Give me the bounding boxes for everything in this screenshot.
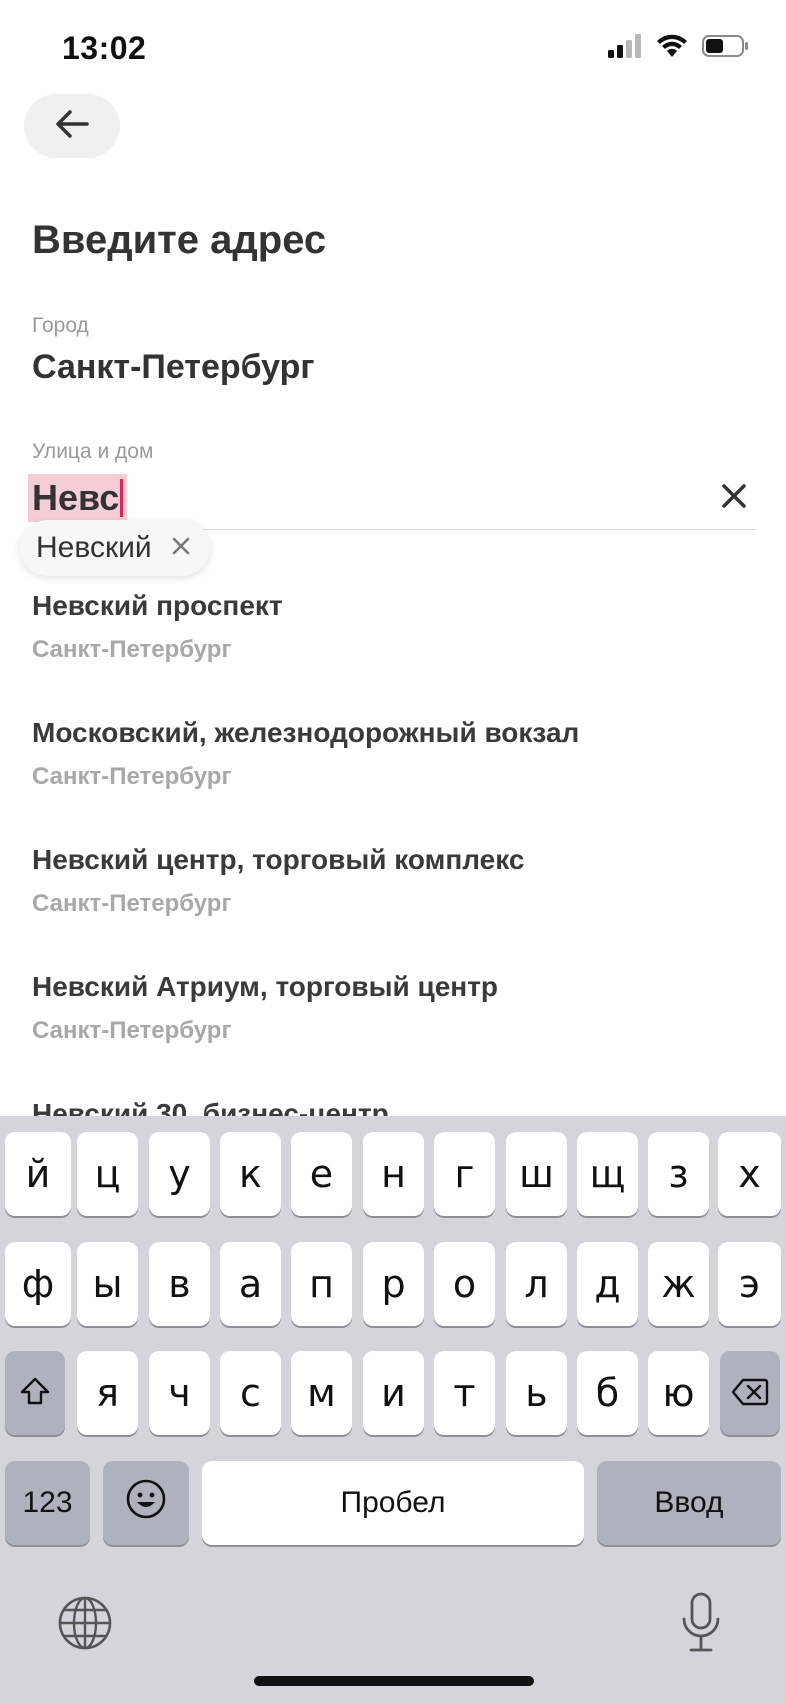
suggestion-title: Московский, железнодорожный вокзал: [32, 717, 580, 748]
space-key-label: Пробел: [340, 1486, 446, 1519]
close-icon: [721, 483, 747, 514]
key[interactable]: у: [149, 1132, 210, 1216]
key[interactable]: ь: [506, 1351, 567, 1435]
key[interactable]: т: [434, 1351, 495, 1435]
key[interactable]: г: [434, 1132, 495, 1216]
suggestion-subtitle: Санкт-Петербург: [32, 763, 232, 790]
suggestion-chip[interactable]: Невский: [20, 520, 210, 576]
key[interactable]: й: [5, 1132, 71, 1216]
key[interactable]: д: [577, 1242, 638, 1326]
key[interactable]: с: [220, 1351, 281, 1435]
microphone-icon: [679, 1592, 723, 1659]
cellular-signal-icon: [608, 34, 642, 63]
shift-icon: [19, 1371, 51, 1415]
key[interactable]: к: [220, 1132, 281, 1216]
emoji-icon: [125, 1478, 167, 1529]
suggestion-item[interactable]: Невский центр, торговый комплекс Санкт-П…: [32, 844, 762, 954]
status-bar: 13:02: [0, 0, 786, 100]
suggestion-title: Невский проспект: [32, 590, 283, 621]
chip-close-icon[interactable]: [172, 537, 190, 560]
key[interactable]: в: [149, 1242, 210, 1326]
suggestion-subtitle: Санкт-Петербург: [32, 1017, 232, 1044]
suggestion-subtitle: Санкт-Петербург: [32, 636, 232, 663]
key[interactable]: е: [291, 1132, 352, 1216]
key[interactable]: л: [506, 1242, 567, 1326]
key[interactable]: б: [577, 1351, 638, 1435]
city-field[interactable]: Санкт-Петербург: [32, 348, 315, 387]
key[interactable]: х: [718, 1132, 781, 1216]
key[interactable]: ш: [506, 1132, 567, 1216]
key[interactable]: а: [220, 1242, 281, 1326]
status-time: 13:02: [62, 30, 147, 66]
key[interactable]: н: [363, 1132, 424, 1216]
key[interactable]: ф: [5, 1242, 71, 1326]
keyboard: й ц у к е н г ш щ з х ф ы в а п р о л д …: [0, 1116, 786, 1704]
wifi-icon: [656, 34, 688, 63]
arrow-left-icon: [55, 109, 89, 144]
globe-icon: [57, 1595, 113, 1656]
home-indicator: [254, 1676, 534, 1686]
backspace-key[interactable]: [720, 1351, 780, 1435]
return-key[interactable]: Ввод: [597, 1461, 781, 1545]
numbers-key-label: 123: [22, 1486, 73, 1519]
key[interactable]: ы: [77, 1242, 138, 1326]
suggestion-title: Невский Атриум, торговый центр: [32, 971, 499, 1002]
globe-key[interactable]: [54, 1594, 116, 1656]
key[interactable]: з: [648, 1132, 709, 1216]
return-key-label: Ввод: [654, 1486, 724, 1519]
key[interactable]: о: [434, 1242, 495, 1326]
street-input-text: Невс: [32, 477, 120, 518]
key[interactable]: ц: [77, 1132, 138, 1216]
microphone-key[interactable]: [672, 1592, 730, 1658]
suggestion-item[interactable]: Невский проспект Санкт-Петербург: [32, 590, 762, 700]
space-key[interactable]: Пробел: [202, 1461, 584, 1545]
numbers-key[interactable]: 123: [5, 1461, 90, 1545]
backspace-icon: [731, 1371, 769, 1415]
clear-button[interactable]: [712, 476, 756, 520]
suggestion-subtitle: Санкт-Петербург: [32, 890, 232, 917]
key[interactable]: и: [363, 1351, 424, 1435]
key[interactable]: щ: [577, 1132, 638, 1216]
suggestion-item[interactable]: Невский Атриум, торговый центр Санкт-Пет…: [32, 971, 762, 1081]
status-icons: [608, 34, 750, 63]
key[interactable]: ч: [149, 1351, 210, 1435]
key[interactable]: ю: [648, 1351, 709, 1435]
street-input[interactable]: Невс: [28, 474, 128, 522]
shift-key[interactable]: [5, 1351, 65, 1435]
back-button[interactable]: [24, 94, 120, 158]
street-label: Улица и дом: [32, 440, 154, 463]
key[interactable]: п: [291, 1242, 352, 1326]
emoji-key[interactable]: [103, 1461, 189, 1545]
text-caret: [120, 479, 124, 517]
chip-label: Невский: [36, 531, 152, 564]
key[interactable]: э: [718, 1242, 781, 1326]
suggestion-title: Невский центр, торговый комплекс: [32, 844, 525, 875]
city-label: Город: [32, 314, 89, 337]
key[interactable]: ж: [648, 1242, 709, 1326]
battery-icon: [702, 34, 750, 63]
page-title: Введите адрес: [32, 218, 327, 262]
suggestion-item[interactable]: Московский, железнодорожный вокзал Санкт…: [32, 717, 762, 827]
key[interactable]: р: [363, 1242, 424, 1326]
key[interactable]: я: [77, 1351, 138, 1435]
key[interactable]: м: [291, 1351, 352, 1435]
